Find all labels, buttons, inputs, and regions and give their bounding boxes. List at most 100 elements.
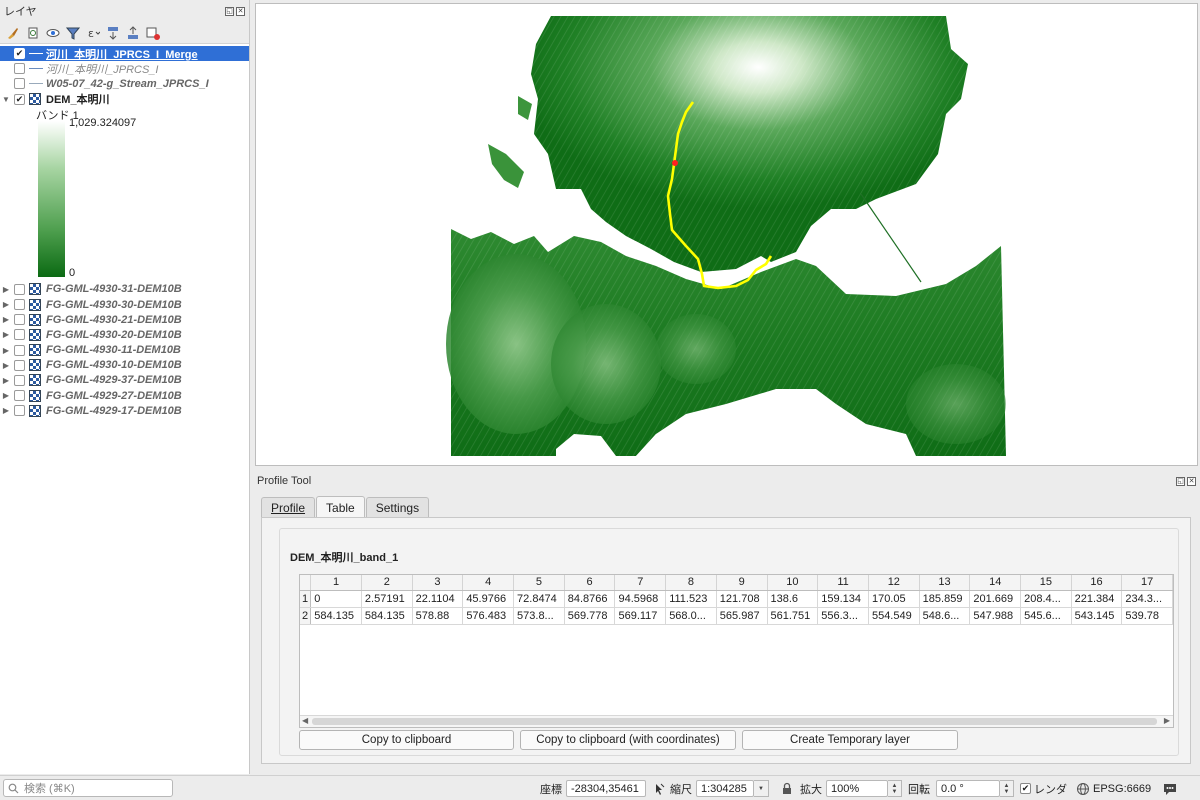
table-cell[interactable]: 561.751 — [767, 607, 819, 625]
layer-checkbox[interactable] — [14, 359, 25, 371]
table-cell[interactable]: 554.549 — [868, 607, 920, 625]
coordinate-field[interactable]: -28304,35461 — [566, 780, 646, 797]
table-cell[interactable]: 170.05 — [868, 590, 920, 608]
magnifier-field[interactable]: 100% — [826, 780, 888, 797]
table-cell[interactable]: 72.8474 — [513, 590, 565, 608]
table-cell[interactable]: 138.6 — [767, 590, 819, 608]
expand-arrow-icon[interactable]: ▶ — [0, 285, 12, 294]
collapse-arrow-icon[interactable]: ▼ — [0, 95, 12, 104]
table-cell[interactable]: 185.859 — [919, 590, 971, 608]
scale-dropdown-icon[interactable]: ▼ — [754, 780, 769, 797]
expand-arrow-icon[interactable]: ▶ — [0, 361, 12, 370]
column-header[interactable]: 14 — [969, 575, 1022, 591]
map-canvas[interactable] — [255, 3, 1198, 466]
filter-expression-icon[interactable]: ε — [86, 26, 100, 40]
layer-row-dem-tile[interactable]: ▶ FG-GML-4930-10-DEM10B — [0, 358, 249, 373]
layer-checkbox[interactable] — [14, 299, 25, 311]
table-cell[interactable]: 201.669 — [969, 590, 1022, 608]
expand-arrow-icon[interactable]: ▶ — [0, 315, 12, 324]
render-checkbox[interactable]: ✔ — [1020, 783, 1031, 794]
table-cell[interactable]: 569.117 — [614, 607, 667, 625]
table-cell[interactable]: 22.1104 — [412, 590, 464, 608]
column-header[interactable]: 15 — [1020, 575, 1072, 591]
scroll-right-icon[interactable]: ▶ — [1164, 716, 1170, 725]
column-header[interactable]: 10 — [767, 575, 819, 591]
table-cell[interactable]: 569.778 — [564, 607, 616, 625]
column-header[interactable]: 6 — [564, 575, 616, 591]
table-cell[interactable]: 565.987 — [716, 607, 768, 625]
table-cell[interactable]: 548.6... — [919, 607, 971, 625]
layer-row-dem-tile[interactable]: ▶ FG-GML-4930-11-DEM10B — [0, 343, 249, 358]
layer-checkbox[interactable] — [14, 329, 25, 341]
tab-settings[interactable]: Settings — [365, 497, 430, 518]
layer-row-dem-tile[interactable]: ▶ FG-GML-4929-27-DEM10B — [0, 388, 249, 403]
row-header[interactable]: 2 — [300, 607, 312, 625]
table-cell[interactable]: 0 — [310, 590, 362, 608]
copy-with-coordinates-button[interactable]: Copy to clipboard (with coordinates) — [520, 730, 736, 750]
scale-field[interactable]: 1:304285 — [696, 780, 754, 797]
lock-icon[interactable] — [781, 782, 793, 795]
tab-profile[interactable]: Profile — [261, 497, 316, 518]
scroll-left-icon[interactable]: ◀ — [302, 716, 308, 725]
table-cell[interactable]: 45.9766 — [462, 590, 515, 608]
column-header[interactable]: 17 — [1121, 575, 1173, 591]
profile-data-table[interactable]: 1 2 3 4 5 6 7 8 9 10 11 12 13 14 15 16 17 1 0 2.57191 22.110… — [299, 574, 1174, 728]
table-cell[interactable]: 584.135 — [361, 607, 413, 625]
table-cell[interactable]: 556.3... — [817, 607, 869, 625]
layer-checkbox[interactable]: ✔ — [14, 93, 25, 105]
layer-row-dem-tile[interactable]: ▶ FG-GML-4929-37-DEM10B — [0, 373, 249, 388]
expand-arrow-icon[interactable]: ▶ — [0, 376, 12, 385]
table-cell[interactable]: 121.708 — [716, 590, 768, 608]
layer-checkbox[interactable]: ✔ — [14, 48, 25, 60]
add-group-icon[interactable] — [26, 26, 40, 40]
table-cell[interactable]: 2.57191 — [361, 590, 413, 608]
layer-row-dem-tile[interactable]: ▶ FG-GML-4930-21-DEM10B — [0, 312, 249, 327]
layer-row-dem-tile[interactable]: ▶ FG-GML-4929-17-DEM10B — [0, 403, 249, 418]
expand-arrow-icon[interactable]: ▶ — [0, 330, 12, 339]
column-header[interactable]: 12 — [868, 575, 920, 591]
remove-layer-icon[interactable] — [146, 26, 160, 40]
layer-checkbox[interactable] — [14, 283, 25, 295]
scrollbar-thumb[interactable] — [312, 718, 1157, 725]
layer-checkbox[interactable] — [14, 63, 25, 75]
column-header[interactable]: 3 — [412, 575, 464, 591]
table-cell[interactable]: 208.4... — [1020, 590, 1072, 608]
create-temporary-layer-button[interactable]: Create Temporary layer — [742, 730, 958, 750]
table-cell[interactable]: 573.8... — [513, 607, 565, 625]
tab-table[interactable]: Table — [316, 496, 365, 518]
layer-checkbox[interactable] — [14, 374, 25, 386]
expand-all-icon[interactable] — [106, 26, 120, 40]
expand-arrow-icon[interactable]: ▶ — [0, 406, 12, 415]
column-header[interactable]: 11 — [817, 575, 869, 591]
layer-checkbox[interactable] — [14, 78, 25, 90]
horizontal-scrollbar[interactable]: ◀ ▶ — [300, 715, 1173, 727]
table-cell[interactable]: 543.145 — [1071, 607, 1123, 625]
close-panel-icon[interactable]: ✕ — [236, 6, 245, 16]
expand-arrow-icon[interactable]: ▶ — [0, 346, 12, 355]
visibility-eye-icon[interactable] — [46, 26, 60, 40]
column-header[interactable]: 8 — [665, 575, 717, 591]
table-cell[interactable]: 111.523 — [665, 590, 717, 608]
table-cell[interactable]: 568.0... — [665, 607, 717, 625]
crs-button[interactable]: EPSG:6669 — [1076, 780, 1151, 797]
layer-checkbox[interactable] — [14, 390, 25, 402]
rotation-spinner[interactable]: ▲ ▼ — [1000, 780, 1014, 797]
column-header[interactable]: 9 — [716, 575, 768, 591]
toggle-extents-mouse-icon[interactable] — [652, 782, 666, 796]
layer-checkbox[interactable] — [14, 344, 25, 356]
table-cell[interactable]: 584.135 — [310, 607, 362, 625]
table-cell[interactable]: 545.6... — [1020, 607, 1072, 625]
messages-icon[interactable] — [1162, 781, 1178, 798]
column-header[interactable]: 5 — [513, 575, 565, 591]
rotation-field[interactable]: 0.0 ° — [936, 780, 1000, 797]
magnifier-spinner[interactable]: ▲ ▼ — [888, 780, 902, 797]
layer-row-dem-tile[interactable]: ▶ FG-GML-4930-30-DEM10B — [0, 297, 249, 312]
layer-row-dem-tile[interactable]: ▶ FG-GML-4930-31-DEM10B — [0, 282, 249, 297]
column-header[interactable]: 13 — [919, 575, 971, 591]
column-header[interactable]: 1 — [310, 575, 362, 591]
float-panel-icon[interactable]: ◱ — [1176, 476, 1185, 486]
table-cell[interactable]: 547.988 — [969, 607, 1022, 625]
column-header[interactable]: 16 — [1071, 575, 1123, 591]
column-header[interactable]: 2 — [361, 575, 413, 591]
layer-row-river[interactable]: 河川_本明川_JPRCS_I — [0, 61, 249, 76]
